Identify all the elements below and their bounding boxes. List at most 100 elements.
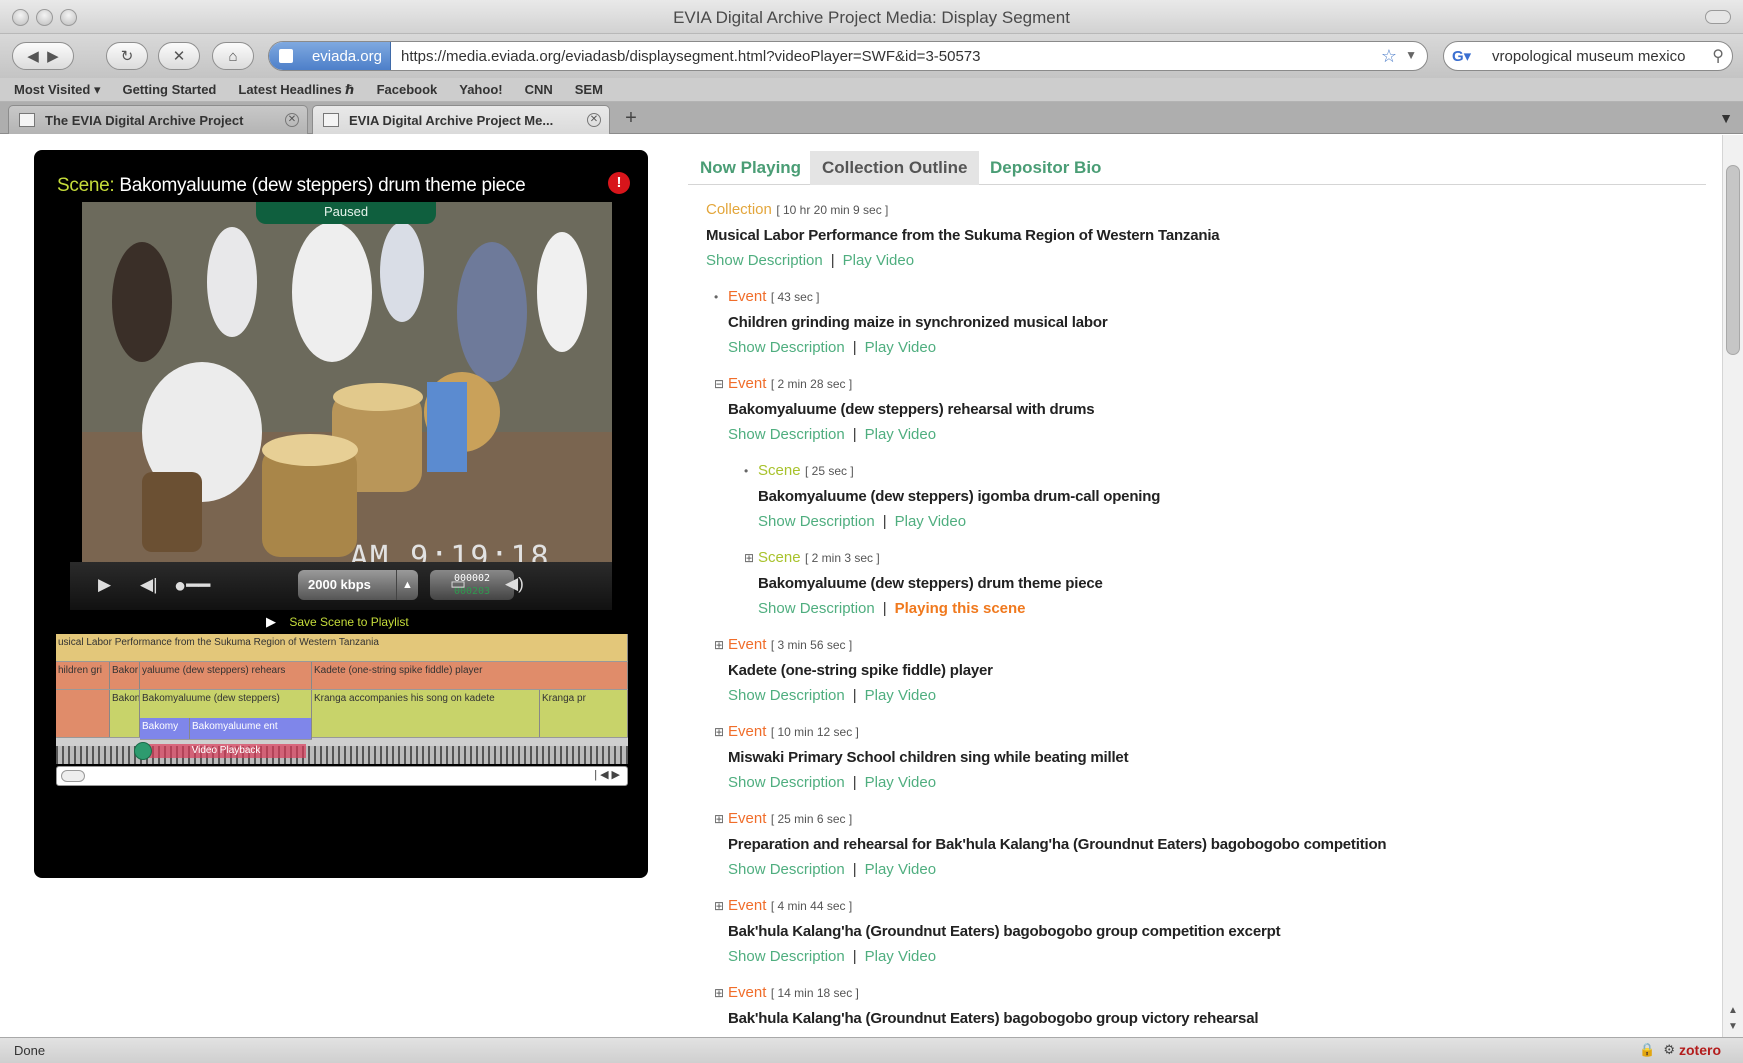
close-tab-icon[interactable]: ✕	[285, 113, 299, 127]
url-text[interactable]: https://media.eviada.org/eviadasb/displa…	[401, 48, 981, 65]
timeline-segment[interactable]: Bakor	[110, 662, 140, 689]
show-description-link[interactable]: Show Description	[728, 426, 845, 443]
tab-evia-project[interactable]: The EVIA Digital Archive Project ✕	[8, 105, 308, 134]
video-frame[interactable]: Paused AM 9:19:18	[82, 202, 612, 562]
show-description-link[interactable]: Show Description	[728, 948, 845, 965]
previous-icon[interactable]: ◀|	[140, 575, 158, 595]
timeline-segment[interactable]: Bakomyaluume ent	[190, 718, 312, 739]
item-duration: [ 2 min 3 sec ]	[805, 551, 880, 565]
expand-icon[interactable]: ⊞	[714, 638, 728, 652]
back-icon[interactable]: ◀	[27, 47, 39, 65]
bookmark-getting-started[interactable]: Getting Started	[122, 82, 216, 97]
save-scene-button[interactable]: ▶ Save Scene to Playlist	[266, 614, 409, 630]
play-video-link[interactable]: Play Video	[865, 774, 936, 791]
timeline-segment[interactable]: hildren gri	[56, 662, 110, 689]
timeline-scroll-arrows-icon[interactable]: |◀▶	[594, 768, 623, 781]
expand-icon[interactable]: ⊞	[714, 899, 728, 913]
show-description-link[interactable]: Show Description	[758, 600, 875, 617]
search-input[interactable]: vropological museum mexico	[1492, 48, 1685, 65]
page-scroll-thumb[interactable]	[1726, 165, 1740, 355]
outline-event: ⊞ Event [ 3 min 56 sec ] Kadete (one-stri…	[714, 636, 993, 704]
video-playback-range: Video Playback	[146, 744, 306, 758]
item-kind: Event	[728, 375, 767, 392]
save-scene-label: Save Scene to Playlist	[289, 615, 409, 629]
timeline-segment[interactable]: Bakomy	[140, 718, 190, 739]
search-bar[interactable]: G▾ vropological museum mexico ⚲	[1443, 41, 1733, 71]
home-button[interactable]: ⌂	[212, 42, 254, 70]
bookmark-latest-headlines[interactable]: Latest Headlines ℏ	[238, 82, 354, 98]
show-description-link[interactable]: Show Description	[728, 687, 845, 704]
play-video-link[interactable]: Play Video	[865, 948, 936, 965]
play-video-link[interactable]: Play Video	[865, 339, 936, 356]
timeline-segment[interactable]	[56, 690, 110, 737]
google-icon[interactable]: G▾	[1452, 47, 1482, 65]
playhead-handle[interactable]	[134, 742, 152, 760]
timeline-segment[interactable]: usical Labor Performance from the Sukuma…	[56, 634, 628, 661]
scroll-down-icon[interactable]: ▼	[1728, 1021, 1738, 1032]
bookmark-sem[interactable]: SEM	[575, 82, 603, 97]
timeline-segment[interactable]: yaluume (dew steppers) rehears	[140, 662, 312, 689]
site-identity-button[interactable]: eviada.org	[269, 42, 391, 70]
item-title: Bakomyaluume (dew steppers) rehearsal wi…	[728, 401, 1095, 418]
toolbar-toggle-button[interactable]	[1705, 10, 1731, 24]
bookmark-most-visited[interactable]: Most Visited ▾	[14, 82, 100, 98]
url-bar[interactable]: eviada.org https://media.eviada.org/evia…	[268, 41, 1428, 71]
show-description-link[interactable]: Show Description	[728, 774, 845, 791]
outline-scene: • Scene [ 25 sec ] Bakomyaluume (dew step…	[744, 462, 1161, 530]
timeline-scrollbar[interactable]: |◀▶	[56, 766, 628, 786]
forward-icon[interactable]: ▶	[47, 47, 59, 65]
item-duration: [ 43 sec ]	[770, 290, 820, 304]
volume-icon[interactable]: ◀)	[505, 574, 524, 594]
show-description-link[interactable]: Show Description	[706, 252, 823, 269]
timeline-segment[interactable]: Kadete (one-string spike fiddle) player	[312, 662, 628, 689]
bitrate-up-icon[interactable]: ▲	[396, 570, 418, 600]
timeline-segment[interactable]: Bakon	[110, 690, 140, 737]
play-video-link[interactable]: Play Video	[895, 513, 966, 530]
collapse-icon[interactable]: ⊟	[714, 377, 728, 391]
bookmark-facebook[interactable]: Facebook	[377, 82, 438, 97]
seek-slider-icon[interactable]: ●━━	[174, 573, 210, 598]
reload-button[interactable]: ↻	[106, 42, 148, 70]
video-timestamp: AM 9:19:18	[350, 540, 551, 562]
outline-event: ⊞ Event [ 4 min 44 sec ] Bak'hula Kalang'…	[714, 897, 1281, 965]
back-forward-buttons[interactable]: ◀ ▶	[12, 42, 74, 70]
expand-icon[interactable]: ⊞	[744, 551, 758, 565]
scroll-up-icon[interactable]: ▲	[1728, 1005, 1738, 1016]
url-dropdown-icon[interactable]: ▼	[1405, 48, 1417, 62]
alert-icon[interactable]: !	[608, 172, 630, 194]
tab-now-playing[interactable]: Now Playing	[688, 151, 813, 185]
new-tab-button[interactable]: +	[614, 107, 648, 133]
bookmark-yahoo[interactable]: Yahoo!	[459, 82, 502, 97]
outline-event: ⊞ Event [ 14 min 18 sec ] Bak'hula Kalang…	[714, 984, 1259, 1027]
page-scrollbar[interactable]: ▲ ▼	[1722, 135, 1743, 1037]
timeline-segment[interactable]: Kranga pr	[540, 690, 628, 737]
play-video-link[interactable]: Play Video	[865, 687, 936, 704]
expand-icon[interactable]: ⊞	[714, 725, 728, 739]
fullscreen-icon[interactable]: ▭	[450, 574, 466, 594]
tab-depositor-bio[interactable]: Depositor Bio	[978, 151, 1113, 185]
play-video-link[interactable]: Play Video	[865, 426, 936, 443]
show-description-link[interactable]: Show Description	[728, 339, 845, 356]
expand-icon[interactable]: ⊞	[714, 812, 728, 826]
bitrate-selector[interactable]: 2000 kbps ▲	[298, 570, 418, 600]
bookmark-cnn[interactable]: CNN	[525, 82, 553, 97]
tab-evia-media[interactable]: EVIA Digital Archive Project Me... ✕	[312, 105, 610, 134]
tab-list-icon[interactable]: ▼	[1719, 110, 1733, 126]
play-video-link[interactable]: Play Video	[843, 252, 914, 269]
show-description-link[interactable]: Show Description	[728, 861, 845, 878]
search-icon[interactable]: ⚲	[1712, 46, 1724, 66]
close-tab-icon[interactable]: ✕	[587, 113, 601, 127]
item-title: Children grinding maize in synchronized …	[728, 314, 1108, 331]
bookmark-star-icon[interactable]: ☆	[1381, 46, 1397, 67]
tab-collection-outline[interactable]: Collection Outline	[810, 151, 980, 185]
zotero-button[interactable]: zotero	[1679, 1042, 1721, 1058]
play-icon[interactable]: ▶	[98, 575, 111, 595]
timeline-segment[interactable]: Kranga accompanies his song on kadete	[312, 690, 540, 737]
show-description-link[interactable]: Show Description	[758, 513, 875, 530]
expand-icon[interactable]: ⊞	[714, 986, 728, 1000]
segment-timeline[interactable]: usical Labor Performance from the Sukuma…	[56, 634, 628, 764]
stop-button[interactable]: ✕	[158, 42, 200, 70]
window-title: EVIA Digital Archive Project Media: Disp…	[673, 8, 1070, 27]
timeline-scroll-thumb[interactable]	[61, 770, 85, 782]
play-video-link[interactable]: Play Video	[865, 861, 936, 878]
